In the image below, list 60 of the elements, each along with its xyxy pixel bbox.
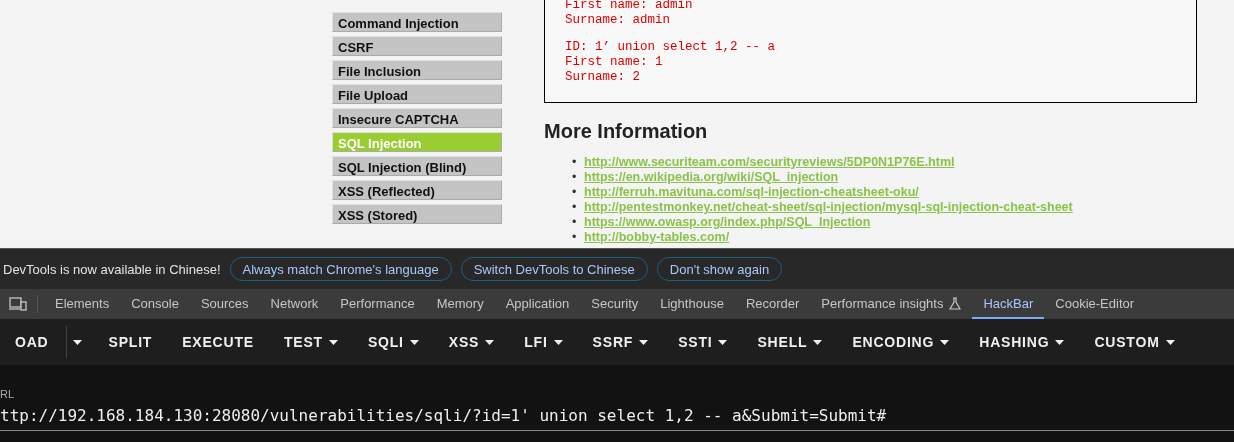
caret-icon <box>72 339 82 345</box>
bullet: • <box>572 155 578 170</box>
toolbar-button[interactable]: SSRF <box>577 324 664 360</box>
caret-icon <box>328 339 338 345</box>
menu-item[interactable]: SQL Injection (Blind) <box>332 156 502 176</box>
url-field[interactable]: ttp://192.168.184.130:28080/vulnerabilities/sqli/?id=1' union select 1,2 -- a&Submit=Submit# <box>0 404 1234 431</box>
menu-item[interactable]: Insecure CAPTCHA <box>332 108 502 128</box>
devtools-tab[interactable]: Sources <box>189 289 260 319</box>
result-line: ID: 1’ union select 1,2 -- a <box>565 40 776 55</box>
caret-icon <box>553 339 563 345</box>
section-heading: More Information <box>544 120 709 143</box>
devtools-tab[interactable]: Cookie-Editor <box>1044 289 1146 319</box>
devtools-tab[interactable]: Security <box>580 289 650 319</box>
devtools-tab[interactable]: Lighthouse <box>649 289 735 319</box>
devtools-tab[interactable]: Application <box>494 289 581 319</box>
toolbar-button[interactable]: XSS <box>433 324 510 360</box>
toolbar-button[interactable]: SQLI <box>352 324 434 360</box>
caret-icon <box>1055 339 1065 345</box>
caret-icon <box>409 339 419 345</box>
menu-item[interactable]: Command Injection <box>332 12 502 32</box>
devtools-tab[interactable]: Memory <box>425 289 495 319</box>
result-line: Surname: 2 <box>565 70 640 85</box>
devtools-tab[interactable]: Performance <box>329 289 426 319</box>
caret-icon <box>639 339 649 345</box>
bullet: • <box>572 215 578 230</box>
bullet: • <box>572 200 578 215</box>
devtools-tab[interactable]: Recorder <box>734 289 811 319</box>
toolbar-button[interactable]: TEST <box>268 324 353 360</box>
toolbar-button[interactable]: LFI <box>509 324 578 360</box>
devtools-tab[interactable]: Elements <box>44 289 121 319</box>
result-line: Surname: admin <box>565 13 671 28</box>
toolbar-button[interactable]: CUSTOM <box>1079 324 1190 360</box>
devtools-tab[interactable]: Performance insights <box>810 289 973 319</box>
toolbar-button[interactable]: EXECUTE <box>167 324 269 360</box>
menu-item[interactable]: File Upload <box>332 84 502 104</box>
menu-item[interactable]: CSRF <box>332 36 502 56</box>
toolbar-button[interactable]: HASHING <box>964 324 1080 360</box>
menu-item[interactable]: XSS (Stored) <box>332 204 502 224</box>
toolbar-button[interactable]: ENCODING <box>837 324 965 360</box>
caret-icon <box>718 339 728 345</box>
bullet: • <box>572 230 578 245</box>
devtools-tab[interactable]: Network <box>259 289 330 319</box>
toolbar-button[interactable]: OAD <box>0 324 64 360</box>
device-toggle-icon[interactable] <box>9 297 27 311</box>
toolbar-button[interactable]: SPLIT <box>93 324 168 360</box>
caret-icon <box>485 339 495 345</box>
bullet: • <box>572 185 578 200</box>
menu-item[interactable]: File Inclusion <box>332 60 502 80</box>
caret-icon <box>940 339 950 345</box>
toolbar-button[interactable]: SHELL <box>742 324 838 360</box>
caret-icon <box>813 339 823 345</box>
caret-icon <box>1165 339 1175 345</box>
menu-item[interactable]: XSS (Reflected) <box>332 180 502 200</box>
flask-icon <box>949 296 962 310</box>
info-message: DevTools is now available in Chinese! <box>3 261 221 277</box>
bullet: • <box>572 170 578 185</box>
result-line: First name: 1 <box>565 55 663 70</box>
devtools-tab[interactable]: Console <box>120 289 190 319</box>
field-label: RL <box>0 388 15 400</box>
toolbar-button[interactable]: SSTI <box>663 324 743 360</box>
